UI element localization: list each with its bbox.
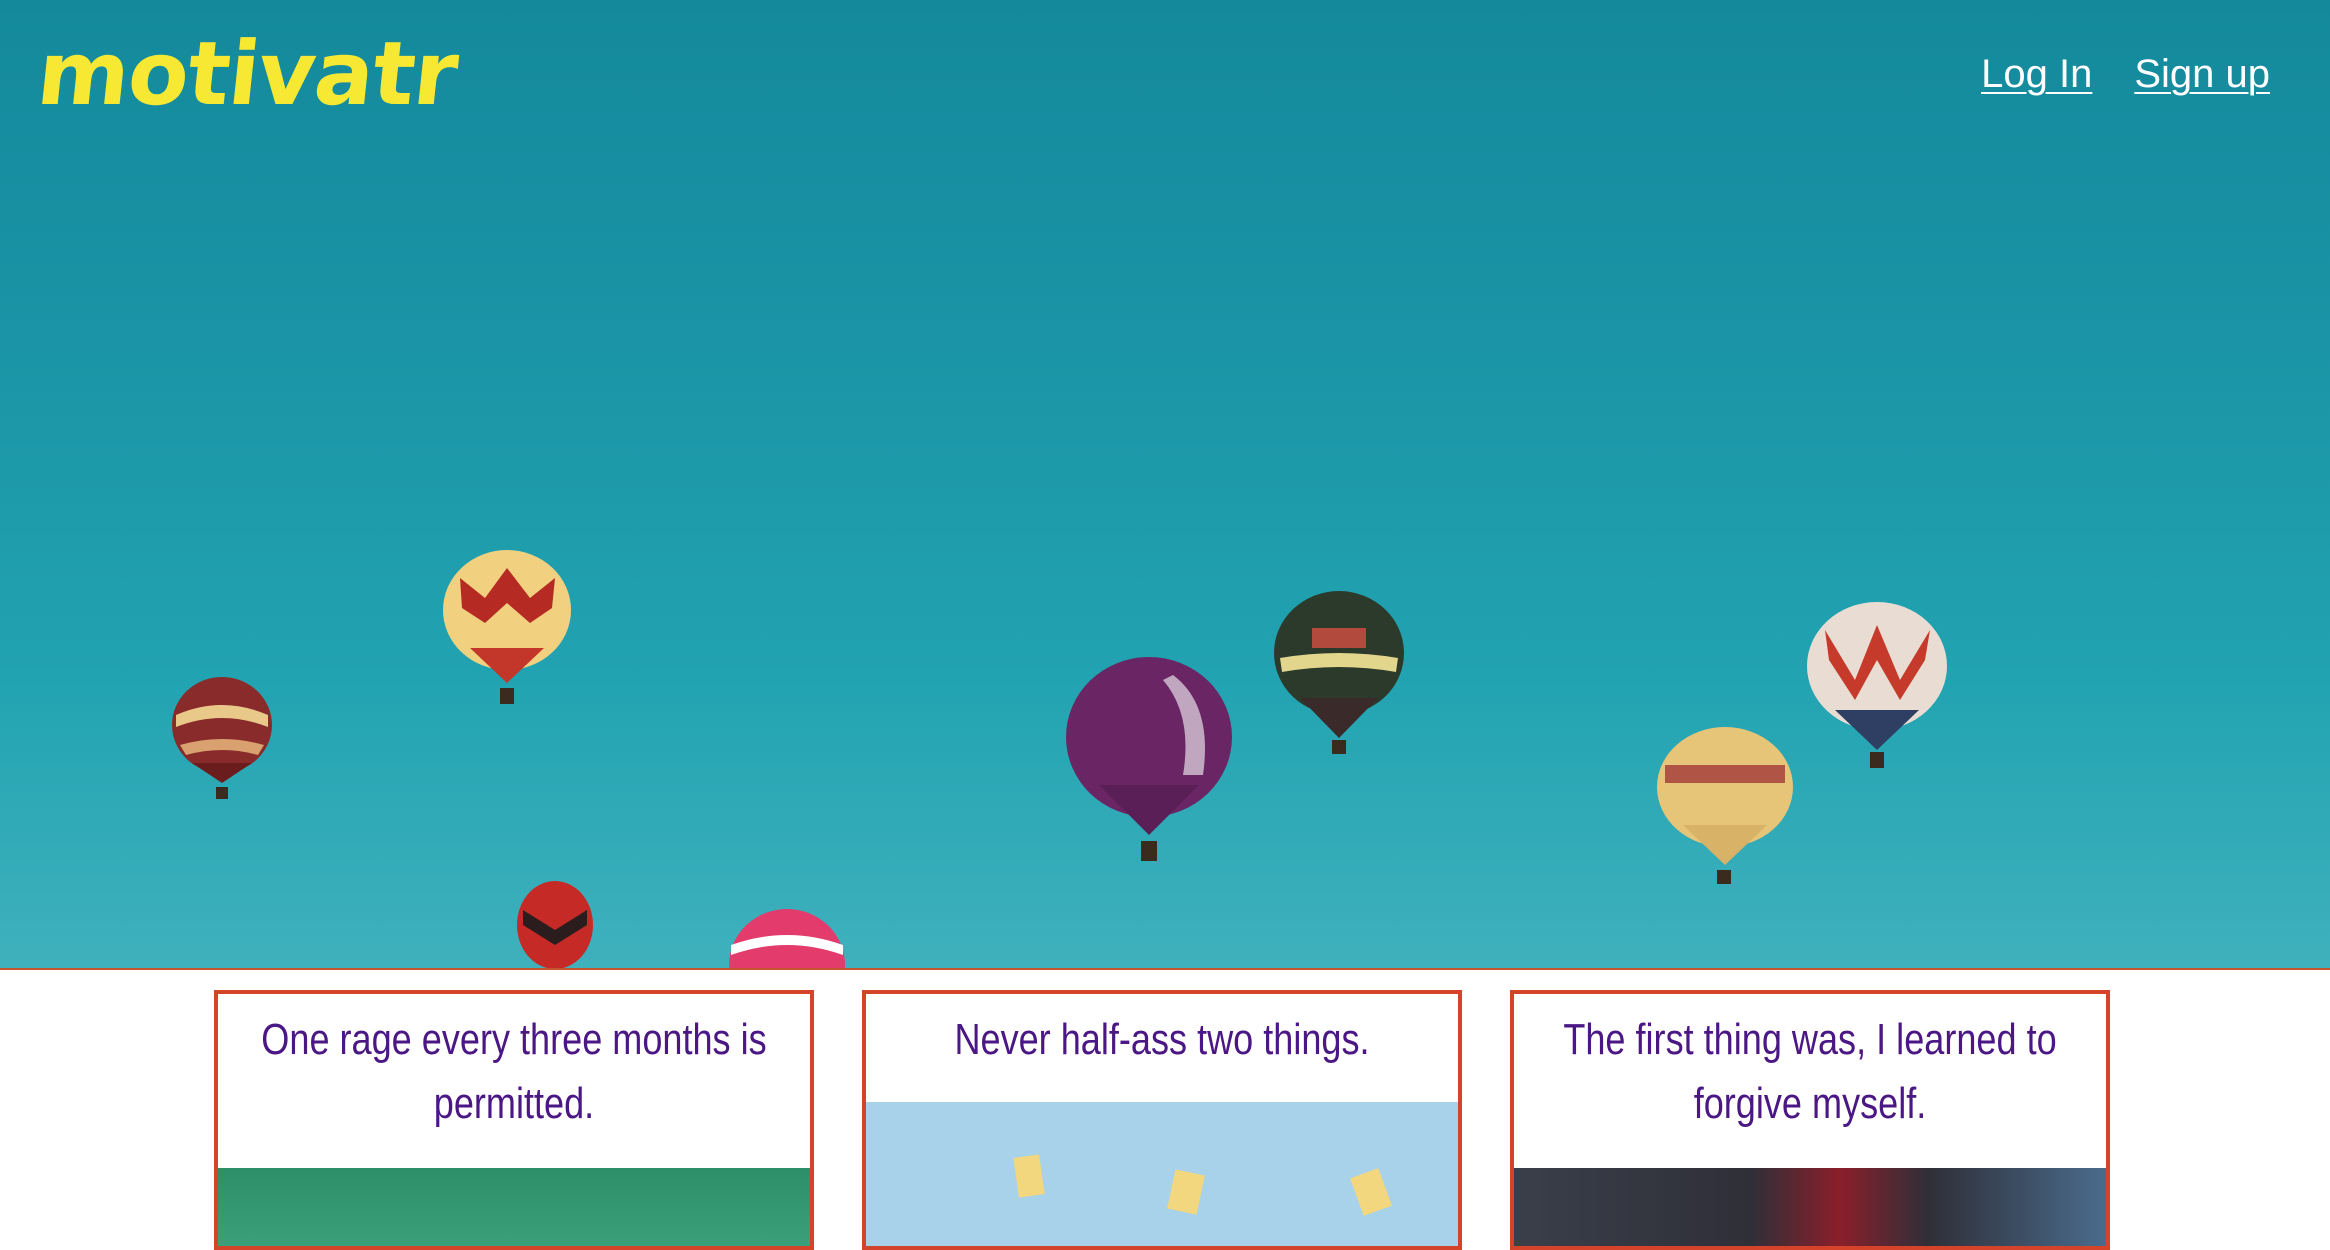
card-image-detail xyxy=(1013,1154,1392,1216)
hero-image: motivatr Log In Sign up xyxy=(0,0,2330,968)
quote-text: The first thing was, I learned to forgiv… xyxy=(1563,1015,2057,1128)
balloon-illustration xyxy=(517,881,593,968)
quote-cards: One rage every three months is permitted… xyxy=(0,970,2330,1250)
balloon-illustration xyxy=(1657,727,1793,884)
card-image xyxy=(218,1168,810,1246)
logo[interactable]: motivatr xyxy=(33,22,462,125)
quote-text: Never half-ass two things. xyxy=(954,1015,1370,1064)
quote-card[interactable]: The first thing was, I learned to forgiv… xyxy=(1510,990,2110,1250)
card-image xyxy=(1514,1168,2106,1246)
balloon-illustration xyxy=(443,550,571,704)
header-nav: Log In Sign up xyxy=(1981,52,2270,97)
quote-card[interactable]: Never half-ass two things. xyxy=(862,990,1462,1250)
signup-link[interactable]: Sign up xyxy=(2134,52,2270,97)
balloon-illustration xyxy=(729,909,845,968)
login-link[interactable]: Log In xyxy=(1981,52,2092,97)
balloon-illustration xyxy=(1274,591,1404,754)
quote-card[interactable]: One rage every three months is permitted… xyxy=(214,990,814,1250)
quote-text: One rage every three months is permitted… xyxy=(261,1015,767,1128)
balloon-illustration xyxy=(172,677,272,799)
card-image xyxy=(866,1102,1458,1246)
balloon-illustration xyxy=(1807,602,1947,768)
balloon-illustration xyxy=(1066,657,1232,861)
